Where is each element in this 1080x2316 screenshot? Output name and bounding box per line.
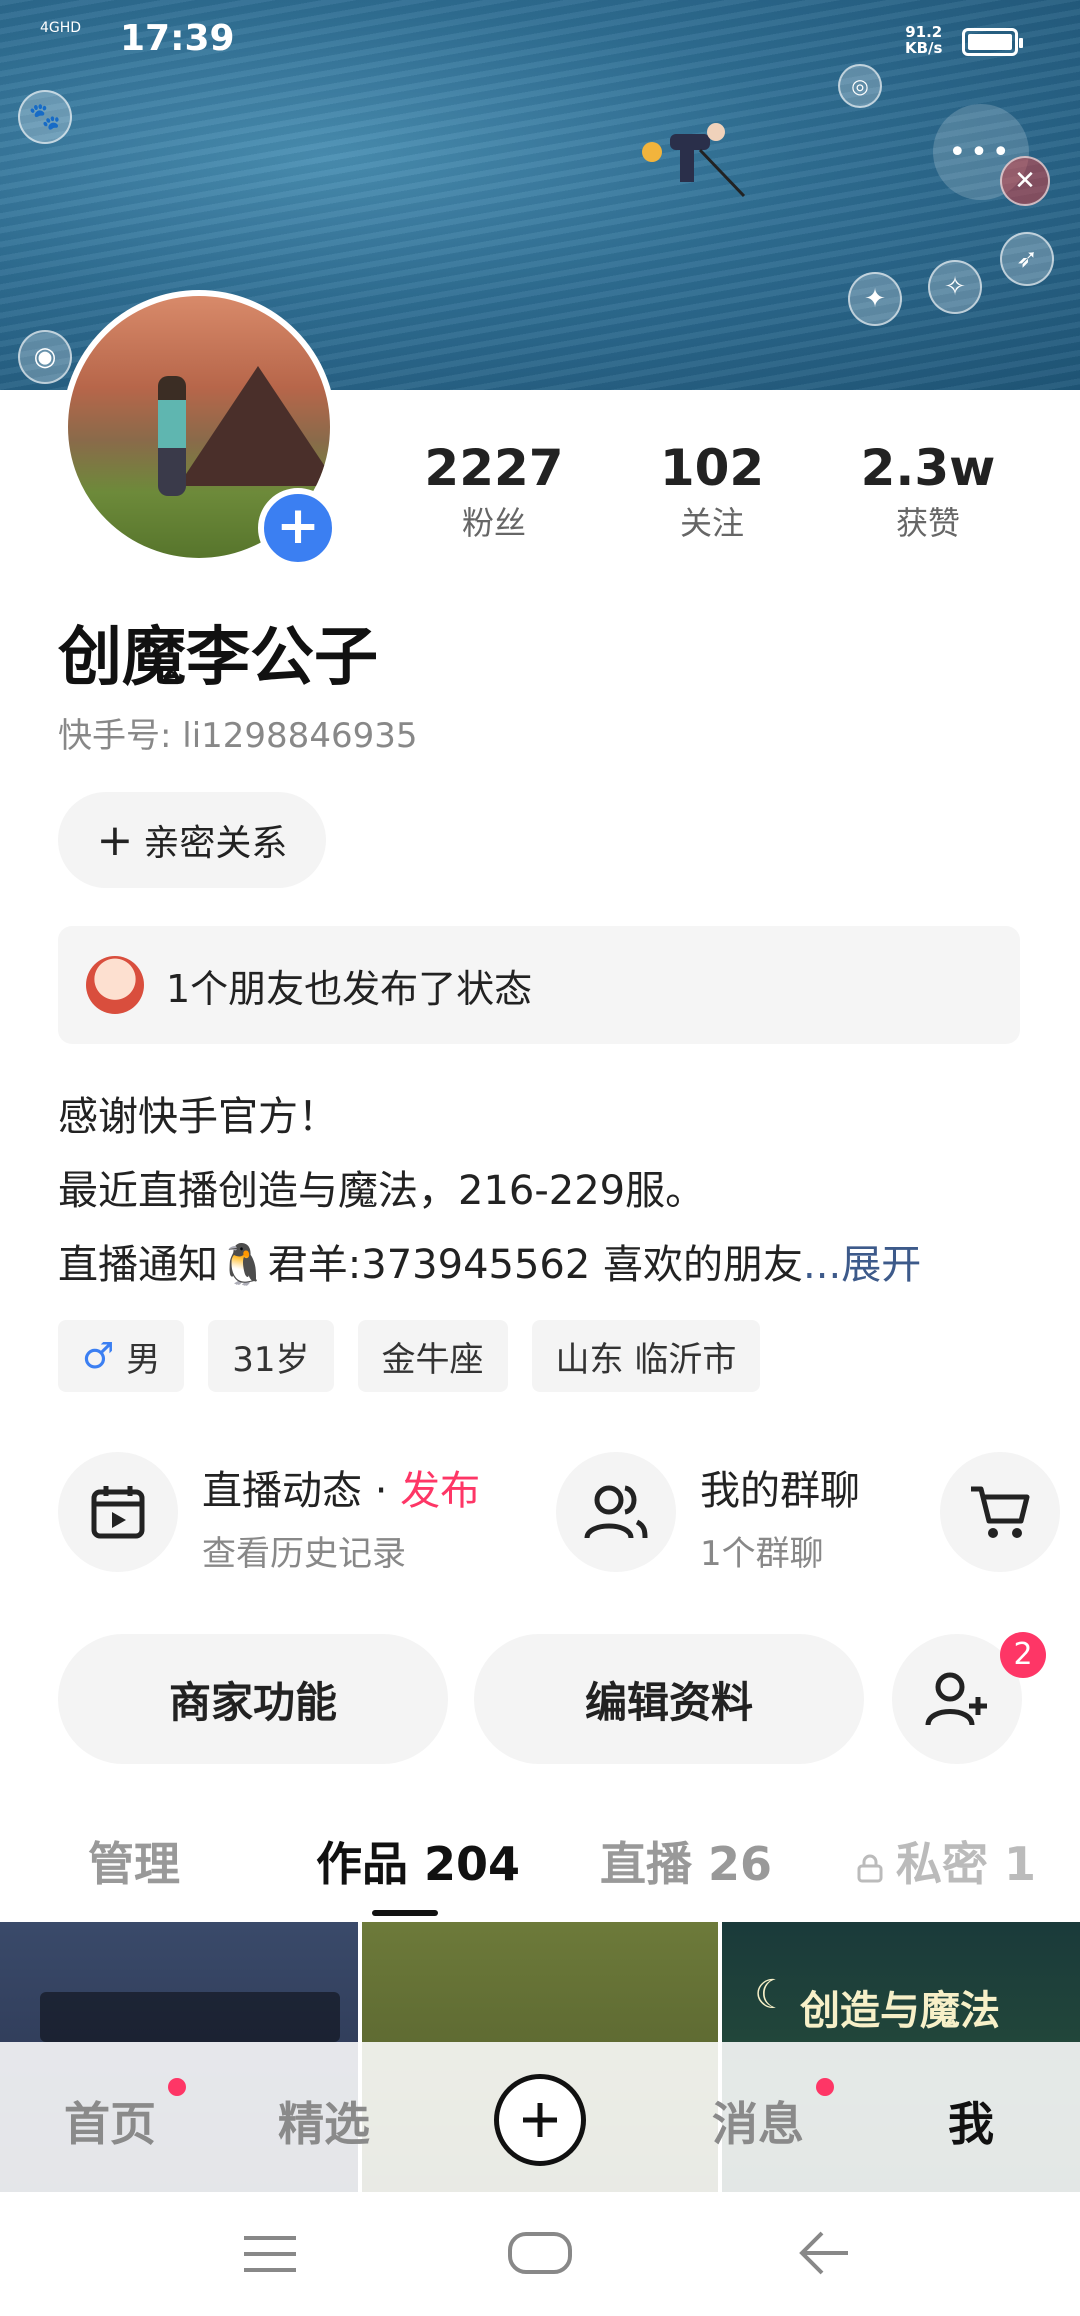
stat-following[interactable]: 102 关注 [622, 440, 802, 544]
bio-line-last: 直播通知🐧君羊:373945562 喜欢的朋友...展开 [58, 1232, 921, 1290]
bio-line: 感谢快手官方！ [58, 1094, 338, 1140]
skill-icon: ➶ [1000, 232, 1054, 286]
live-feed-sub: 查看历史记录 [202, 1534, 406, 1574]
tab-private-label: 私密 1 [896, 1837, 1037, 1891]
group-chat-entry[interactable] [556, 1452, 676, 1572]
add-user-icon [925, 1672, 987, 1726]
tag-label: 山东 临沂市 [555, 1339, 737, 1380]
active-tab-indicator [372, 1910, 438, 1916]
tag-label: 金牛座 [381, 1339, 484, 1380]
status-time: 17:39 [120, 18, 235, 59]
bio-line: 最近直播创造与魔法，216-229服。 [58, 1168, 706, 1214]
shop-cart-entry[interactable] [940, 1452, 1060, 1572]
profile-tags: ♂ 男 31岁 金牛座 山东 临沂市 [58, 1320, 761, 1392]
bio-line: 直播通知🐧君羊:373945562 喜欢的朋友 [58, 1242, 804, 1288]
stat-value: 2.3w [860, 439, 996, 497]
plus-icon: + [96, 814, 134, 866]
nav-me[interactable]: 我 [948, 2088, 994, 2154]
tab-private[interactable]: 私密 1 [856, 1828, 1036, 1894]
tab-works[interactable]: 作品 204 [316, 1828, 520, 1894]
publish-link[interactable]: 发布 [400, 1468, 480, 1514]
tag-label: 男 [126, 1339, 161, 1380]
tag-age: 31岁 [208, 1320, 334, 1392]
stat-fans[interactable]: 2227 粉丝 [404, 440, 584, 544]
speed-unit: KB/s [905, 39, 943, 57]
skill-icon: ✧ [928, 260, 982, 314]
thumbnail-overlay [40, 1992, 340, 2042]
home-icon[interactable] [506, 2228, 574, 2278]
tag-label: 31岁 [232, 1339, 310, 1380]
friend-avatar [86, 956, 144, 1014]
eye-icon: ◎ [838, 64, 882, 108]
merchant-button[interactable]: 商家功能 [58, 1634, 448, 1764]
notification-badge: 2 [1000, 1632, 1046, 1678]
skill-icon: ✦ [848, 272, 902, 326]
battery-icon [962, 28, 1023, 56]
paw-icon: 🐾 [18, 90, 72, 144]
nav-home[interactable]: 首页 [64, 2088, 156, 2154]
network-indicator: 4GHD [40, 20, 82, 36]
group-chat-title[interactable]: 我的群聊 [700, 1458, 860, 1516]
tag-zodiac: 金牛座 [357, 1320, 508, 1392]
back-icon[interactable] [796, 2228, 852, 2278]
calendar-icon [91, 1486, 145, 1539]
network-speed: 91.2 KB/s [905, 24, 942, 56]
kuaishou-id: 快手号: li1298846935 [58, 716, 418, 756]
friend-status-text: 1个朋友也发布了状态 [166, 966, 533, 1011]
avatar-figure [158, 376, 186, 496]
stat-value: 2227 [424, 439, 564, 497]
live-feed-label: 直播动态 · [202, 1468, 401, 1514]
tag-gender: ♂ 男 [58, 1320, 185, 1392]
publish-button[interactable] [494, 2074, 586, 2166]
stat-value: 102 [659, 439, 765, 497]
expand-bio-link[interactable]: ...展开 [803, 1242, 921, 1288]
add-story-button[interactable]: + [258, 488, 338, 568]
close-icon: ✕ [1000, 156, 1050, 206]
tab-live[interactable]: 直播 26 [600, 1828, 772, 1894]
thumbnail-title: 创造与魔法 [800, 1988, 1000, 2034]
chat-bubble-icon: ◉ [18, 330, 72, 384]
friend-status-banner[interactable]: 1个朋友也发布了状态 [58, 926, 1020, 1044]
speed-value: 91.2 [905, 23, 943, 41]
moon-icon: ☾ [754, 1972, 790, 2018]
group-chat-sub: 1个群聊 [700, 1534, 824, 1574]
live-feed-entry[interactable] [58, 1452, 178, 1572]
intimate-relation-button[interactable]: + 亲密关系 [58, 792, 326, 888]
game-character [642, 123, 746, 198]
tab-manage[interactable]: 管理 [88, 1828, 180, 1894]
stat-label: 获赞 [895, 504, 960, 542]
cart-icon [971, 1486, 1030, 1538]
plus-icon [523, 2103, 557, 2137]
tag-location: 山东 临沂市 [531, 1320, 761, 1392]
home-dot [168, 2078, 186, 2096]
group-icon [584, 1485, 648, 1539]
menu-icon[interactable] [240, 2232, 300, 2276]
nav-messages[interactable]: 消息 [712, 2088, 804, 2154]
live-feed-title[interactable]: 直播动态 · 发布 [202, 1458, 480, 1516]
profile-name: 创魔李公子 [58, 621, 378, 695]
edit-profile-button[interactable]: 编辑资料 [474, 1634, 864, 1764]
lock-icon [857, 1854, 883, 1882]
stat-label: 关注 [679, 504, 744, 542]
avatar-volcano [178, 366, 330, 486]
intimate-relation-label: 亲密关系 [143, 823, 288, 864]
stat-likes[interactable]: 2.3w 获赞 [838, 440, 1018, 544]
male-icon: ♂ [82, 1335, 115, 1377]
nav-featured[interactable]: 精选 [278, 2088, 370, 2154]
messages-dot [816, 2078, 834, 2096]
stat-label: 粉丝 [461, 504, 526, 542]
system-nav-bar [0, 2192, 1080, 2316]
